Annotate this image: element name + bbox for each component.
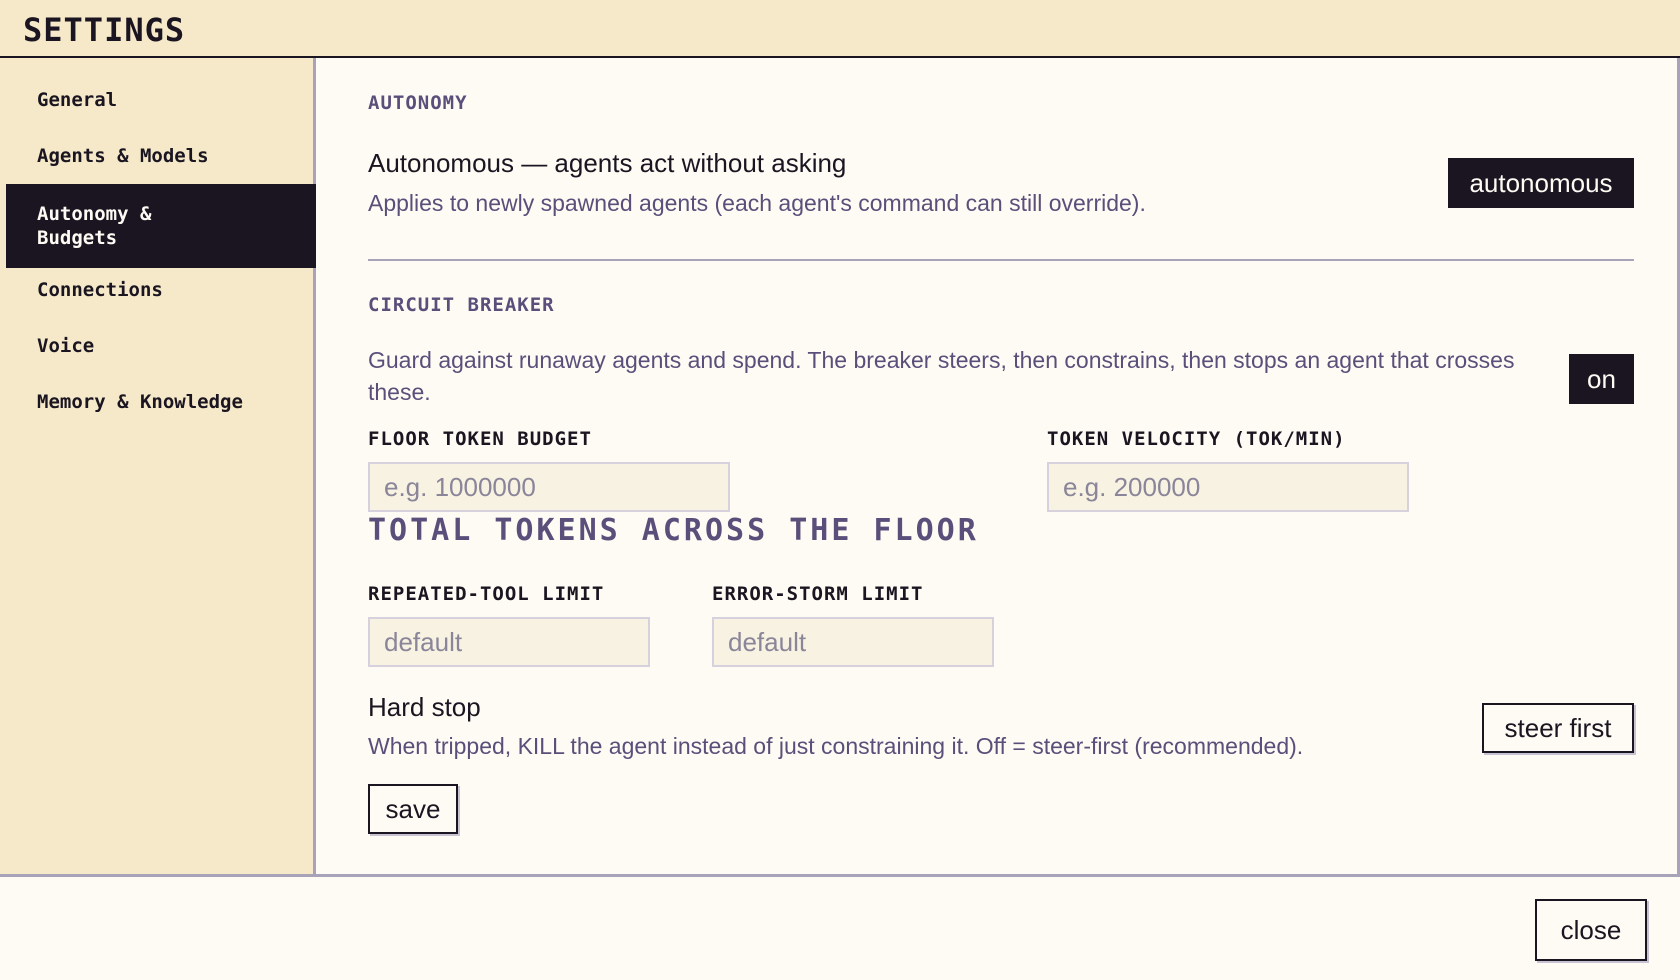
footer: close xyxy=(0,874,1680,980)
hard-stop-description: When tripped, KILL the agent instead of … xyxy=(368,733,1304,759)
autonomy-section-title: AUTONOMY xyxy=(368,92,468,114)
circuit-breaker-toggle[interactable]: on xyxy=(1569,354,1634,404)
repeated-tool-limit-input[interactable] xyxy=(368,617,650,667)
circuit-breaker-section-title: CIRCUIT BREAKER xyxy=(368,294,555,316)
section-divider xyxy=(368,259,1634,261)
error-storm-limit-label: ERROR-STORM LIMIT xyxy=(712,583,924,605)
sidebar-item-connections[interactable]: Connections xyxy=(6,278,316,302)
circuit-breaker-description: Guard against runaway agents and spend. … xyxy=(368,347,1515,405)
token-velocity-label: TOKEN VELOCITY (TOK/MIN) xyxy=(1047,428,1346,450)
sidebar-item-autonomy-budgets[interactable]: Autonomy & Budgets xyxy=(6,184,316,268)
autonomy-mode-button[interactable]: autonomous xyxy=(1448,158,1634,208)
token-velocity-input[interactable] xyxy=(1047,462,1409,512)
sidebar: General Agents & Models Autonomy & Budge… xyxy=(0,58,316,874)
title-bar: SETTINGS xyxy=(0,0,1680,58)
save-button[interactable]: save xyxy=(368,784,458,834)
autonomy-mode-label: Autonomous — agents act without asking xyxy=(368,148,847,178)
hard-stop-label: Hard stop xyxy=(368,692,481,722)
hard-stop-button[interactable]: steer first xyxy=(1482,703,1634,753)
repeated-tool-limit-label: REPEATED-TOOL LIMIT xyxy=(368,583,605,605)
sidebar-item-general[interactable]: General xyxy=(6,88,316,112)
floor-token-budget-hint: TOTAL TOKENS ACROSS THE FLOOR xyxy=(368,513,979,548)
sidebar-item-label: Autonomy & Budgets xyxy=(37,203,152,249)
close-button[interactable]: close xyxy=(1535,899,1647,961)
floor-token-budget-input[interactable] xyxy=(368,462,730,512)
window-title: SETTINGS xyxy=(23,11,186,49)
floor-token-budget-label: FLOOR TOKEN BUDGET xyxy=(368,428,592,450)
sidebar-item-voice[interactable]: Voice xyxy=(6,334,316,358)
sidebar-item-memory-knowledge[interactable]: Memory & Knowledge xyxy=(6,390,266,414)
autonomy-mode-description: Applies to newly spawned agents (each ag… xyxy=(368,190,1146,216)
error-storm-limit-input[interactable] xyxy=(712,617,994,667)
sidebar-item-agents-models[interactable]: Agents & Models xyxy=(6,144,316,168)
settings-panel: AUTONOMY Autonomous — agents act without… xyxy=(319,58,1678,874)
settings-window: SETTINGS General Agents & Models Autonom… xyxy=(0,0,1680,980)
